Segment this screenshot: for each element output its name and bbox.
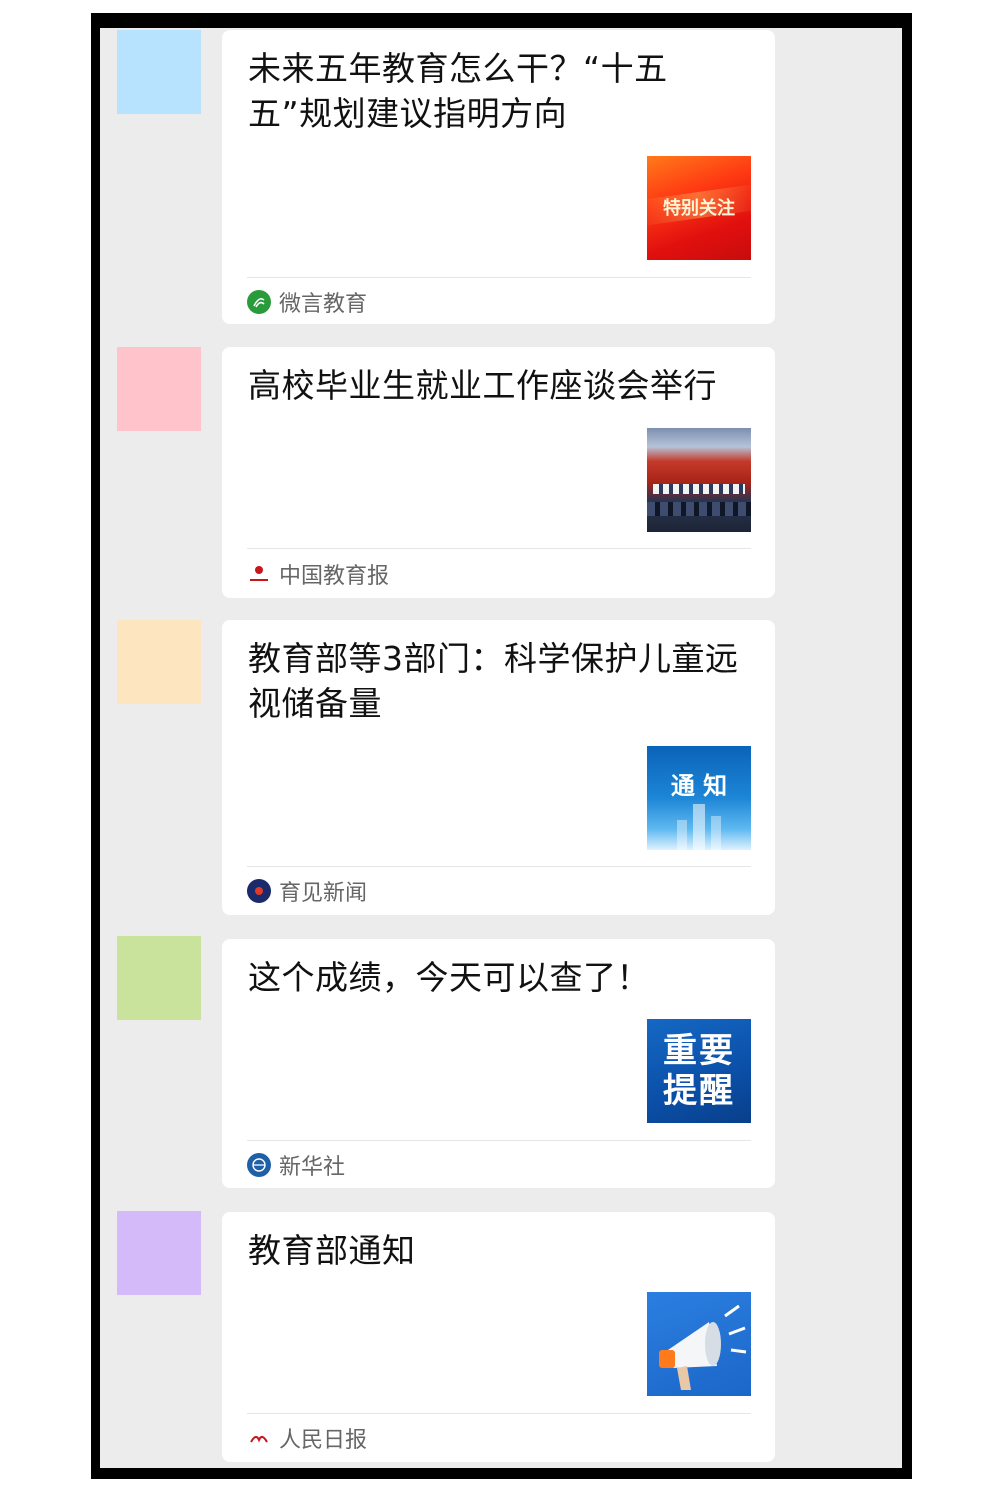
article-thumbnail: 重要提醒 — [647, 1019, 751, 1123]
jiaoyubao-logo-icon — [247, 562, 271, 586]
article-title: 这个成绩，今天可以查了！ — [248, 958, 650, 997]
source-name: 微言教育 — [279, 292, 368, 317]
xinhua-logo-icon — [247, 1153, 271, 1177]
article-thumbnail — [647, 1292, 751, 1396]
article-title: 教育部等3部门：科学保护儿童远视储备量 — [248, 639, 739, 723]
thumbnail-caption: 重要提醒 — [663, 1031, 735, 1111]
card-divider — [247, 866, 751, 867]
thumbnail-caption: 通 知 — [670, 772, 728, 800]
article-title: 教育部通知 — [248, 1231, 416, 1270]
source-name: 育见新闻 — [279, 881, 368, 906]
article-thumbnail: 特别关注 — [647, 156, 751, 260]
sender-avatar[interactable] — [117, 347, 201, 431]
sender-avatar[interactable] — [117, 30, 201, 114]
article-source[interactable]: 育见新闻 — [247, 876, 367, 906]
weiyan-logo-icon — [247, 290, 271, 314]
article-source[interactable]: 新华社 — [247, 1150, 345, 1180]
card-divider — [247, 548, 751, 549]
article-title: 高校毕业生就业工作座谈会举行 — [248, 366, 717, 405]
chat-screen: 未来五年教育怎么干？“十五五”规划建议指明方向 特别关注 微言教育 高校毕业生就… — [100, 28, 902, 1468]
sender-avatar[interactable] — [117, 620, 201, 704]
article-source[interactable]: 微言教育 — [247, 287, 367, 317]
article-card[interactable]: 未来五年教育怎么干？“十五五”规划建议指明方向 特别关注 微言教育 — [222, 30, 775, 324]
article-card[interactable]: 教育部通知 人民日报 — [222, 1212, 775, 1462]
sender-avatar[interactable] — [117, 936, 201, 1020]
article-title: 未来五年教育怎么干？“十五五”规划建议指明方向 — [248, 49, 668, 133]
article-thumbnail: 通 知 — [647, 746, 751, 850]
card-divider — [247, 277, 751, 278]
yujian-logo-icon — [247, 879, 271, 903]
source-name: 人民日报 — [279, 1428, 368, 1453]
source-name: 新华社 — [279, 1155, 346, 1180]
article-card[interactable]: 教育部等3部门：科学保护儿童远视储备量 通 知 育见新闻 — [222, 620, 775, 915]
article-thumbnail — [647, 428, 751, 532]
card-divider — [247, 1413, 751, 1414]
card-divider — [247, 1140, 751, 1141]
thumbnail-caption: 特别关注 — [663, 198, 735, 219]
article-source[interactable]: 人民日报 — [247, 1423, 367, 1453]
source-name: 中国教育报 — [279, 564, 390, 589]
sender-avatar[interactable] — [117, 1211, 201, 1295]
article-card[interactable]: 这个成绩，今天可以查了！ 重要提醒 新华社 — [222, 939, 775, 1188]
article-source[interactable]: 中国教育报 — [247, 559, 389, 589]
article-card[interactable]: 高校毕业生就业工作座谈会举行 中国教育报 — [222, 347, 775, 598]
megaphone-icon — [659, 1304, 747, 1390]
renmin-logo-icon — [247, 1426, 271, 1450]
